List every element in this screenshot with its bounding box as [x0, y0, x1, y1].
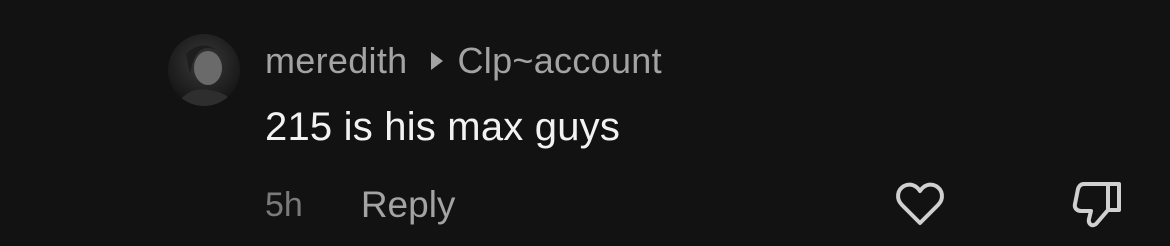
reply-button[interactable]: Reply — [361, 184, 456, 226]
dislike-button[interactable] — [1070, 178, 1126, 230]
heart-outline-icon — [896, 182, 944, 225]
reply-to-name[interactable]: Clp~account — [457, 40, 661, 82]
comment-actions: 5h Reply — [265, 182, 455, 228]
comment-text: 215 is his max guys — [265, 105, 621, 149]
author-name[interactable]: meredith — [265, 40, 407, 82]
thumbs-down-icon — [1072, 182, 1121, 228]
reply-to-arrow-icon — [431, 52, 444, 70]
user-avatar-icon — [168, 34, 240, 106]
comment-age: 5h — [265, 185, 303, 224]
avatar[interactable] — [168, 34, 240, 106]
comment-item: meredith Clp~account 215 is his max guys… — [0, 0, 1170, 246]
comment-meta: meredith Clp~account — [265, 38, 662, 84]
like-button[interactable] — [892, 178, 948, 230]
